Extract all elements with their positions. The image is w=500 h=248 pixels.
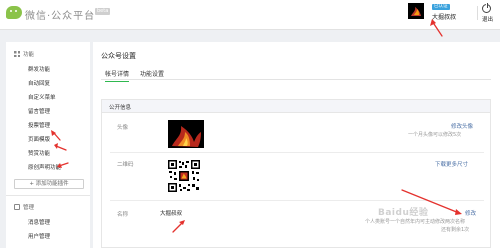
change-name-link[interactable]: 修改 — [465, 209, 476, 217]
avatar-hint: 一个月头像可以修改5次 — [408, 132, 462, 138]
sidebar-item-original-declaration[interactable]: 原创声明功能 — [28, 163, 61, 171]
tab-account-details[interactable]: 帐号详情 — [105, 69, 130, 82]
grid-icon — [14, 51, 20, 57]
add-plugin-button[interactable]: + 添加功能插件 — [14, 179, 84, 189]
sidebar-item-page-templates[interactable]: 页面模版 — [28, 135, 50, 143]
change-avatar-link[interactable]: 修改头像 — [451, 122, 473, 130]
sidebar-item-mass-send[interactable]: 群发功能 — [28, 65, 50, 73]
sidebar-item-users[interactable]: 用户管理 — [28, 232, 50, 240]
qr-code-image — [168, 160, 200, 192]
panel-header: 公开信息 — [102, 100, 490, 113]
top-header: 微信·公众平台 beta 已认证 大掘叔叔 退出 — [0, 0, 500, 30]
row-divider — [110, 152, 484, 153]
sidebar-divider — [6, 195, 90, 196]
public-info-panel: 公开信息 头像 修改头像 一个月头像可以修改5次 二维码 下载更多尺寸 名称 大… — [101, 99, 491, 248]
wechat-logo-icon[interactable] — [6, 6, 22, 19]
account-name[interactable]: 大掘叔叔 — [432, 12, 456, 21]
tab-function-settings[interactable]: 功能设置 — [140, 69, 164, 78]
name-hint-remaining: 还有剩余1次 — [441, 227, 470, 233]
sidebar-item-custom-menu[interactable]: 自定义菜单 — [28, 93, 56, 101]
sidebar: 功能 群发功能 自动回复 自定义菜单 留言管理 投票管理 页面模版 赞赏功能 原… — [6, 42, 90, 248]
power-icon[interactable] — [482, 3, 491, 13]
sidebar-section-features: 功能 — [14, 50, 34, 60]
panel-title: 公开信息 — [109, 105, 132, 111]
page-title: 公众号设置 — [101, 52, 136, 60]
sidebar-item-comments[interactable]: 留言管理 — [28, 107, 50, 115]
account-avatar-large — [168, 120, 204, 148]
account-name-value: 大掘叔叔 — [160, 211, 183, 217]
folder-icon — [14, 204, 20, 210]
brand-title[interactable]: 微信·公众平台 — [25, 7, 95, 22]
sidebar-section-label: 功能 — [23, 52, 35, 58]
download-sizes-link[interactable]: 下载更多尺寸 — [435, 160, 468, 168]
tabs-underline — [101, 79, 491, 80]
beta-badge: beta — [95, 8, 111, 15]
sidebar-item-auto-reply[interactable]: 自动回复 — [28, 79, 50, 87]
row-divider — [110, 200, 484, 201]
sidebar-item-messages[interactable]: 消息管理 — [28, 218, 50, 226]
header-divider — [477, 6, 478, 20]
name-label: 名称 — [117, 212, 129, 218]
sidebar-item-votes[interactable]: 投票管理 — [28, 121, 50, 129]
sidebar-section-management: 管理 — [14, 203, 34, 213]
avatar-label: 头像 — [117, 125, 129, 131]
qr-label: 二维码 — [117, 162, 134, 168]
sidebar-section-label: 管理 — [23, 205, 35, 211]
sidebar-item-rewards[interactable]: 赞赏功能 — [28, 149, 50, 157]
account-avatar[interactable] — [408, 3, 424, 19]
logout-link[interactable]: 退出 — [482, 15, 493, 23]
main-content: 公众号设置 帐号详情 功能设置 公开信息 头像 修改头像 一个月头像可以修改5次… — [93, 42, 500, 248]
verified-badge: 已认证 — [432, 4, 450, 10]
name-hint: 个人类账号一个自然年内可主动修改两次名称 — [365, 219, 466, 225]
baidu-watermark: Baidu经验 — [378, 208, 429, 218]
